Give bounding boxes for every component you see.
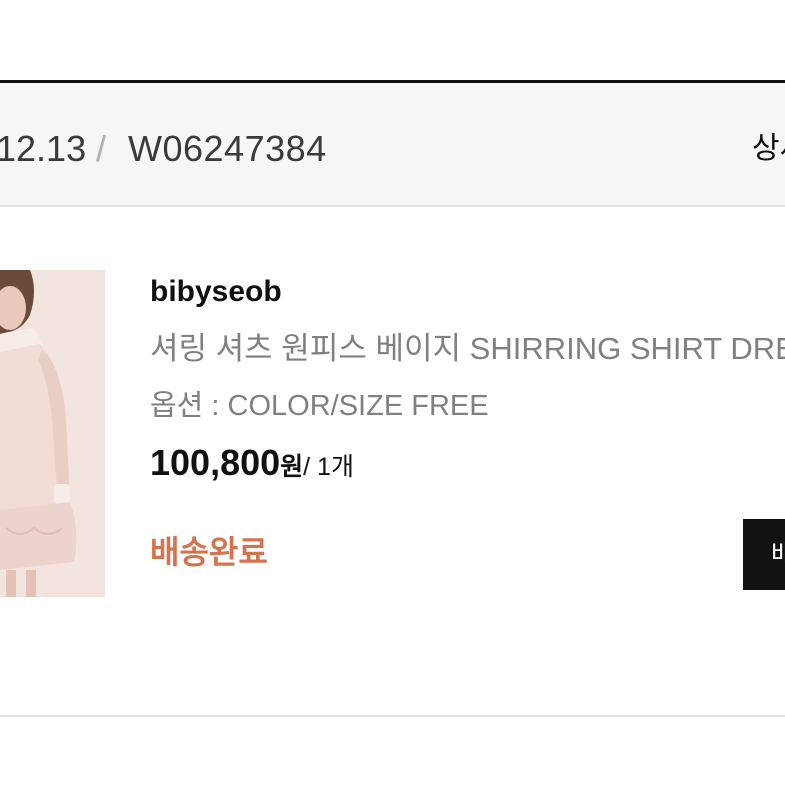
delivery-tracking-button[interactable]: 배송조회 <box>743 519 785 590</box>
delivery-status: 배송완료 <box>150 534 268 570</box>
price-unit: 원 <box>280 453 304 481</box>
order-item: bibyseob 셔링 셔츠 원피스 베이지 SHIRRING SHIRT DR… <box>0 207 785 717</box>
order-list-page: 12.13 / W06247384 상세 <box>0 0 785 785</box>
order-date: 12.13 <box>0 128 87 169</box>
price-amount: 100,800 <box>150 442 281 483</box>
order-detail-link[interactable]: 상세 <box>752 129 785 169</box>
product-thumbnail[interactable] <box>0 270 105 597</box>
order-header: 12.13 / W06247384 상세 <box>0 83 785 207</box>
brand-name[interactable]: bibyseob <box>150 275 282 309</box>
product-option: 옵션 : COLOR/SIZE FREE <box>150 390 489 422</box>
order-separator: / <box>96 128 107 169</box>
price-line: 100,800원/ 1개 <box>150 443 354 487</box>
order-number: W06247384 <box>128 128 327 169</box>
order-quantity: / 1개 <box>303 453 354 481</box>
product-thumbnail-image <box>0 270 105 597</box>
product-name[interactable]: 셔링 셔츠 원피스 베이지 SHIRRING SHIRT DRESS <box>150 331 785 367</box>
